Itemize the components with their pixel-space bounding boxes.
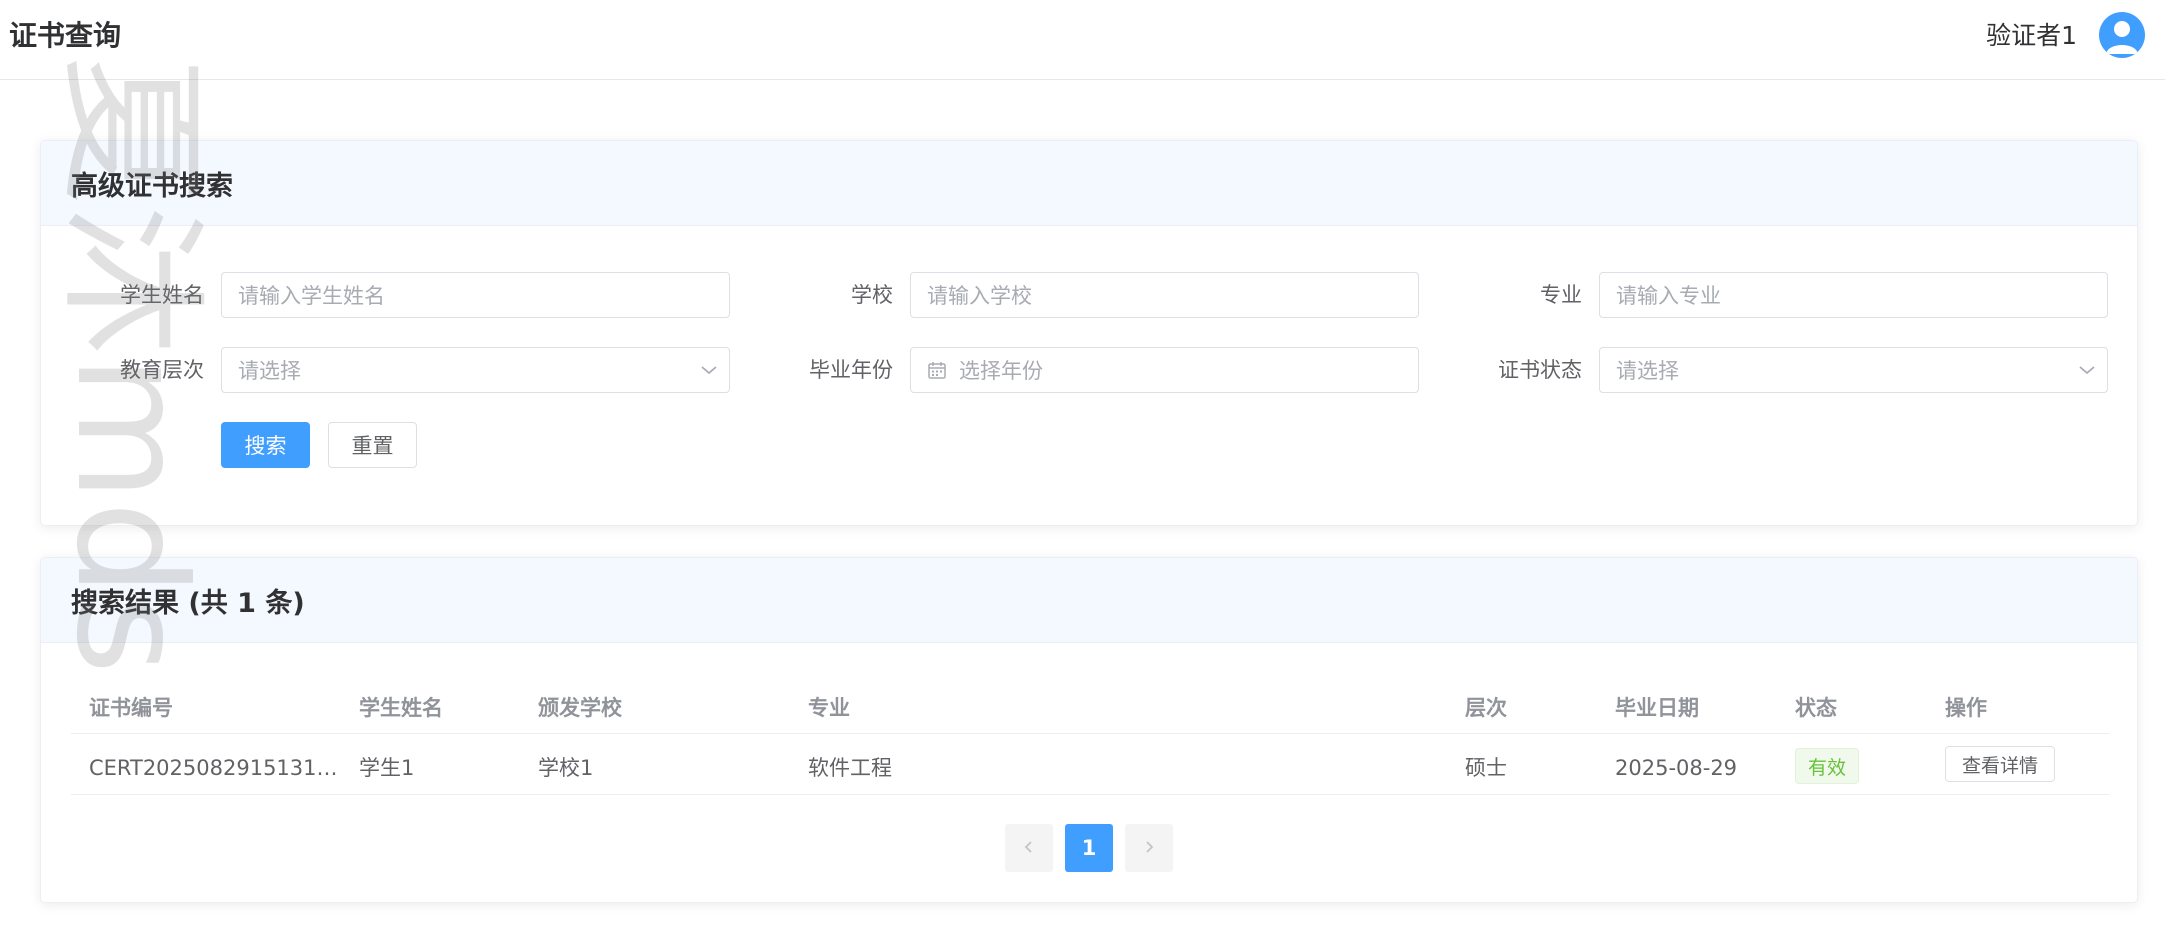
chevron-left-icon [1023, 836, 1035, 860]
pagination-next-button[interactable] [1125, 824, 1173, 872]
chevron-down-icon [689, 364, 729, 376]
column-header-status: 状态 [1795, 696, 1837, 720]
status-badge: 有效 [1795, 748, 1860, 784]
certificate-status-select[interactable]: 请选择 [1599, 347, 2108, 393]
top-bar: 证书查询 验证者1 [0, 0, 2165, 80]
cell-level: 硕士 [1465, 756, 1507, 780]
results-card: 搜索结果 (共 1 条) 证书编号 学生姓名 颁发学校 专业 层次 毕业日期 状… [40, 557, 2138, 903]
results-card-title: 搜索结果 (共 1 条) [41, 558, 2137, 643]
table-header-divider [71, 733, 2109, 734]
graduation-year-picker[interactable]: 选择年份 [910, 347, 1419, 393]
view-details-button[interactable]: 查看详情 [1945, 746, 2056, 782]
education-level-placeholder: 请选择 [238, 359, 301, 383]
search-button[interactable]: 搜索 [221, 422, 310, 468]
education-level-select[interactable]: 请选择 [221, 347, 730, 393]
major-input[interactable]: 请输入专业 [1599, 272, 2108, 318]
certificate-status-placeholder: 请选择 [1616, 359, 1679, 383]
graduation-year-label: 毕业年份 [809, 358, 893, 382]
education-level-label: 教育层次 [120, 358, 204, 382]
major-label: 专业 [1540, 283, 1582, 307]
search-card-title: 高级证书搜索 [41, 141, 2137, 226]
cell-student-name: 学生1 [359, 756, 415, 780]
search-card: 高级证书搜索 学生姓名 请输入学生姓名 学校 请输入学校 专业 请输入专业 教育… [40, 140, 2138, 526]
school-label: 学校 [851, 283, 893, 307]
column-header-student-name: 学生姓名 [359, 696, 443, 720]
cell-cert-no: CERT2025082915131… [89, 756, 338, 780]
table-row-divider [71, 794, 2109, 795]
school-input[interactable]: 请输入学校 [910, 272, 1419, 318]
calendar-icon [927, 360, 947, 380]
student-name-label: 学生姓名 [120, 283, 204, 307]
avatar-icon[interactable] [2099, 12, 2145, 58]
column-header-major: 专业 [808, 696, 850, 720]
pagination-prev-button[interactable] [1005, 824, 1053, 872]
school-placeholder: 请输入学校 [927, 284, 1032, 308]
chevron-right-icon [1143, 836, 1155, 860]
graduation-year-placeholder: 选择年份 [959, 359, 1043, 383]
reset-button[interactable]: 重置 [328, 422, 417, 468]
column-header-cert-no: 证书编号 [89, 696, 173, 720]
column-header-level: 层次 [1465, 696, 1507, 720]
column-header-action: 操作 [1945, 696, 1987, 720]
user-name[interactable]: 验证者1 [1986, 18, 2077, 54]
column-header-grad-date: 毕业日期 [1615, 696, 1699, 720]
pagination-page-1[interactable]: 1 [1065, 824, 1113, 872]
column-header-school: 颁发学校 [538, 696, 622, 720]
student-name-placeholder: 请输入学生姓名 [238, 284, 385, 308]
page-title: 证书查询 [9, 19, 122, 52]
cell-grad-date: 2025-08-29 [1615, 756, 1738, 780]
major-placeholder: 请输入专业 [1616, 284, 1721, 308]
cell-school: 学校1 [538, 756, 594, 780]
student-name-input[interactable]: 请输入学生姓名 [221, 272, 730, 318]
cell-major: 软件工程 [808, 756, 892, 780]
chevron-down-icon [2067, 364, 2107, 376]
certificate-status-label: 证书状态 [1498, 358, 1582, 382]
